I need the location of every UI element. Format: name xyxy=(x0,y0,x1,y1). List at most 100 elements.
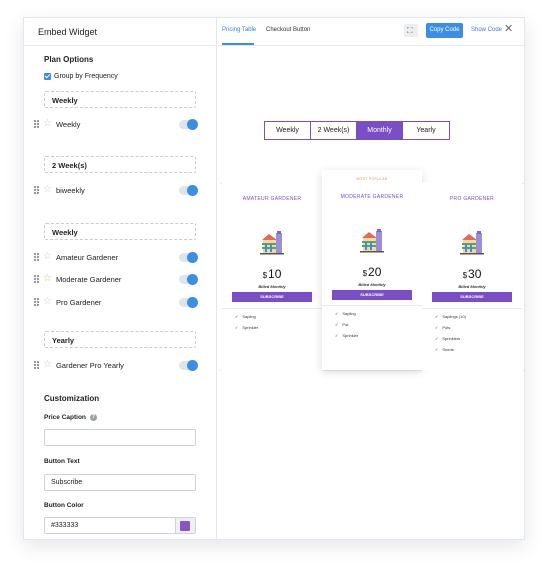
greenhouse-icon xyxy=(260,231,284,255)
plan-name: AMATEUR GARDENER xyxy=(242,196,302,202)
feature-item: Seeds xyxy=(435,347,453,352)
billing-caption: Billed Monthly xyxy=(358,282,386,287)
plan-row[interactable]: ☆ Moderate Gardener xyxy=(34,273,198,285)
close-icon[interactable]: ✕ xyxy=(504,24,513,35)
frequency-switcher: Weekly 2 Week(s) Monthly Yearly xyxy=(264,121,450,140)
button-text-label: Button Text xyxy=(44,458,80,465)
star-icon[interactable]: ☆ xyxy=(43,252,52,262)
feature-item: Pot xyxy=(335,322,348,327)
price-currency: $ xyxy=(262,271,268,280)
star-icon[interactable]: ☆ xyxy=(43,360,52,370)
price: $10 xyxy=(222,267,322,281)
pricing-card: AMATEUR GARDENER $10 Billed Monthly SUBS… xyxy=(222,183,322,371)
drag-handle-icon[interactable] xyxy=(34,298,39,307)
color-swatch[interactable] xyxy=(180,521,190,531)
pricing-card: PRO GARDENER $30 Billed Monthly SUBSCRIB… xyxy=(422,183,522,371)
plan-toggle[interactable] xyxy=(179,296,198,308)
drag-handle-icon[interactable] xyxy=(34,186,39,195)
plan-toggle[interactable] xyxy=(179,251,198,263)
settings-panel: Embed Widget Plan Options Group by Frequ… xyxy=(24,18,217,539)
active-tab-indicator xyxy=(222,43,254,45)
frequency-2-weeks[interactable]: 2 Week(s) xyxy=(311,122,357,139)
feature-list: Sapling Sprinkler xyxy=(222,308,322,368)
drag-handle-icon[interactable] xyxy=(34,120,39,129)
group-label-input[interactable]: Weekly xyxy=(44,223,196,240)
tab-pricing-table[interactable]: Pricing Table xyxy=(222,27,256,33)
greenhouse-icon xyxy=(360,229,384,253)
price-currency: $ xyxy=(362,269,368,278)
star-icon[interactable]: ☆ xyxy=(43,297,52,307)
fullscreen-button[interactable]: ⛶ xyxy=(404,24,418,37)
button-color-input[interactable]: #333333 xyxy=(44,517,196,534)
group-label-input[interactable]: 2 Week(s) xyxy=(44,156,196,173)
price-amount: 10 xyxy=(268,267,282,281)
plan-options-heading: Plan Options xyxy=(44,55,94,64)
price-caption-label-text: Price Caption xyxy=(44,414,86,422)
subscribe-button[interactable]: SUBSCRIBE xyxy=(332,290,412,300)
expand-icon: ⛶ xyxy=(407,26,413,35)
tab-checkout-button[interactable]: Checkout Button xyxy=(266,27,310,33)
price-amount: 20 xyxy=(368,265,382,279)
most-popular-badge: MOST POPULAR xyxy=(356,177,388,181)
feature-list: Saplings (10) Pots Sprinklers Seeds xyxy=(422,308,522,368)
copy-code-button[interactable]: Copy Code xyxy=(426,23,463,38)
plan-name: PRO GARDENER xyxy=(449,196,495,202)
group-label-input[interactable]: Yearly xyxy=(44,331,196,348)
drag-handle-icon[interactable] xyxy=(34,253,39,262)
group-by-frequency-checkbox[interactable]: Group by Frequency xyxy=(44,73,118,80)
star-filled-icon[interactable]: ☆ xyxy=(43,274,52,284)
embed-widget-window: Embed Widget Plan Options Group by Frequ… xyxy=(23,17,525,540)
price: $30 xyxy=(422,267,522,281)
checkbox-label: Group by Frequency xyxy=(54,73,118,80)
plan-toggle[interactable] xyxy=(179,359,198,371)
feature-item: Sprinklers xyxy=(435,336,460,341)
star-icon[interactable]: ☆ xyxy=(43,185,52,195)
panel-title: Embed Widget xyxy=(24,18,216,46)
pricing-card-featured: MOST POPULAR MODERATE GARDENER $20 Bille… xyxy=(322,170,422,370)
subscribe-button[interactable]: SUBSCRIBE xyxy=(232,292,312,302)
feature-item: Saplings (10) xyxy=(435,314,466,319)
billing-caption: Billed Monthly xyxy=(258,284,286,289)
frequency-weekly[interactable]: Weekly xyxy=(265,122,311,139)
button-text-input[interactable]: Subscribe xyxy=(44,474,196,491)
plan-name: MODERATE GARDENER xyxy=(340,194,404,200)
drag-handle-icon[interactable] xyxy=(34,275,39,284)
help-icon[interactable]: ? xyxy=(89,414,97,421)
customization-heading: Customization xyxy=(44,394,100,403)
plan-row[interactable]: ☆ Gardener Pro Yearly xyxy=(34,359,198,371)
plan-label: Pro Gardener xyxy=(55,297,102,307)
plan-label: biweekly xyxy=(55,185,85,195)
feature-item: Sprinkler xyxy=(335,333,358,338)
preview-panel: Pricing Table Checkout Button ⛶ Copy Cod… xyxy=(218,18,524,539)
price-caption-input[interactable] xyxy=(44,429,196,446)
group-label-input[interactable]: Weekly xyxy=(44,91,196,108)
price-amount: 30 xyxy=(468,267,482,281)
price-currency: $ xyxy=(462,271,468,280)
billing-caption: Billed Monthly xyxy=(458,284,486,289)
plan-toggle[interactable] xyxy=(179,184,198,196)
button-color-value: #333333 xyxy=(51,522,79,529)
price-caption-label: Price Caption? xyxy=(44,414,97,421)
greenhouse-icon xyxy=(460,231,484,255)
plan-row[interactable]: ☆ Weekly xyxy=(34,118,198,130)
button-color-label: Button Color xyxy=(44,502,84,509)
feature-item: Sapling xyxy=(335,311,355,316)
show-code-link[interactable]: Show Code xyxy=(471,27,502,33)
plan-row[interactable]: ☆ biweekly xyxy=(34,184,198,196)
frequency-yearly[interactable]: Yearly xyxy=(403,122,449,139)
plan-row[interactable]: ☆ Amateur Gardener xyxy=(34,251,198,263)
frequency-monthly[interactable]: Monthly xyxy=(357,122,403,139)
plan-toggle[interactable] xyxy=(179,273,198,285)
preview-tabs: Pricing Table Checkout Button ⛶ Copy Cod… xyxy=(218,18,524,46)
price: $20 xyxy=(322,265,422,279)
star-icon[interactable]: ☆ xyxy=(43,119,52,129)
color-picker[interactable] xyxy=(175,518,195,533)
plan-row[interactable]: ☆ Pro Gardener xyxy=(34,296,198,308)
drag-handle-icon[interactable] xyxy=(34,361,39,370)
plan-label: Moderate Gardener xyxy=(55,274,122,284)
checkbox-checked-icon[interactable] xyxy=(44,73,51,80)
plan-toggle[interactable] xyxy=(179,118,198,130)
plan-label: Gardener Pro Yearly xyxy=(55,360,124,370)
plan-label: Amateur Gardener xyxy=(55,252,119,262)
subscribe-button[interactable]: SUBSCRIBE xyxy=(432,292,512,302)
